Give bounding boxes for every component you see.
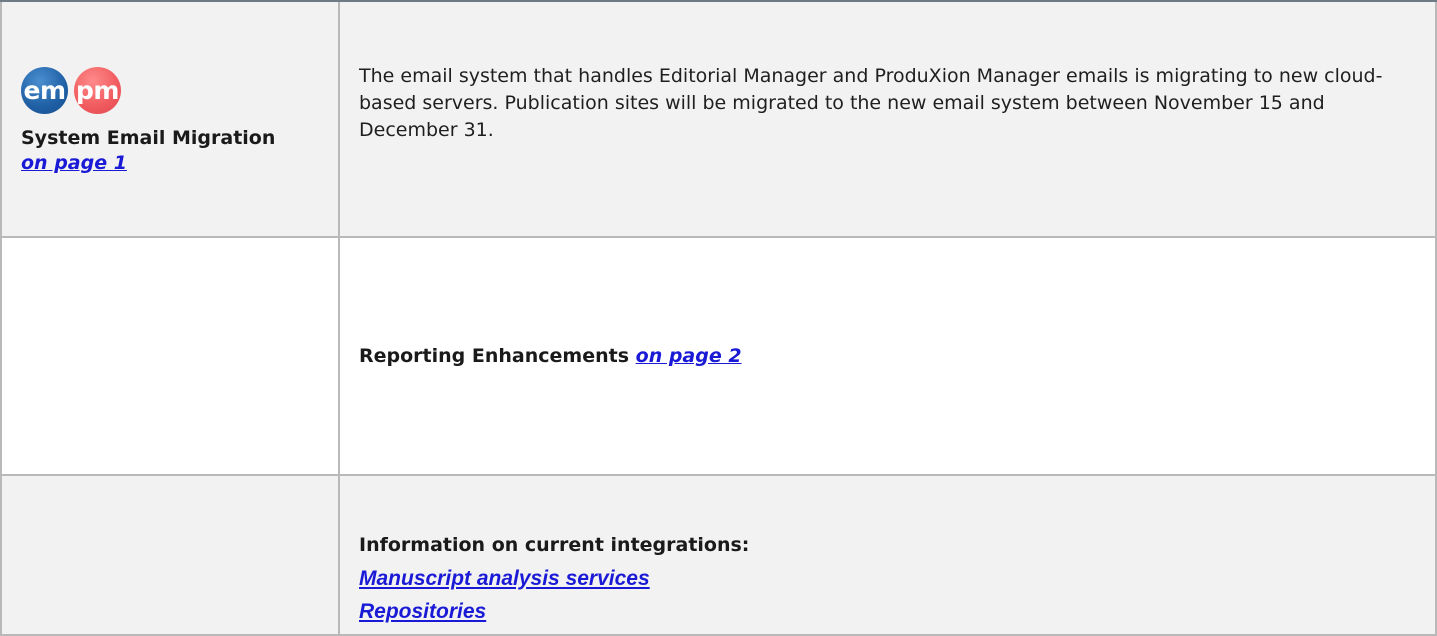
- email-migration-right-cell: The email system that handles Editorial …: [338, 2, 1437, 238]
- reporting-page-link[interactable]: on page 2: [636, 345, 742, 367]
- repositories-link[interactable]: Repositories: [359, 595, 1435, 628]
- reporting-right-cell: Reporting Enhancements on page 2: [338, 236, 1437, 476]
- integrations-row: Information on current integrations: Man…: [0, 474, 1437, 636]
- email-migration-left-cell: em pm System Email Migration on page 1: [0, 2, 340, 238]
- email-migration-title: System Email Migration: [21, 126, 276, 149]
- email-migration-page-link[interactable]: on page 1: [21, 152, 127, 174]
- reporting-title: Reporting Enhancements: [359, 344, 630, 367]
- integrations-right-cell: Information on current integrations: Man…: [338, 474, 1437, 636]
- integrations-heading: Information on current integrations:: [359, 533, 750, 556]
- newsletter-contents-table: em pm System Email Migration on page 1 T…: [0, 2, 1437, 636]
- integrations-left-cell: [0, 474, 340, 636]
- pm-badge-icon: pm: [74, 66, 121, 114]
- email-migration-description: The email system that handles Editorial …: [359, 64, 1383, 141]
- pm-badge-label: pm: [76, 75, 119, 105]
- manuscript-analysis-link[interactable]: Manuscript analysis services: [359, 562, 1435, 595]
- reporting-heading: Reporting Enhancements on page 2: [340, 344, 1435, 369]
- email-migration-row: em pm System Email Migration on page 1 T…: [0, 2, 1437, 238]
- reporting-left-cell: [0, 236, 340, 476]
- em-badge-label: em: [23, 75, 66, 105]
- reporting-row: Reporting Enhancements on page 2: [0, 236, 1437, 476]
- em-badge-icon: em: [21, 66, 68, 114]
- product-badges: em pm: [21, 66, 338, 114]
